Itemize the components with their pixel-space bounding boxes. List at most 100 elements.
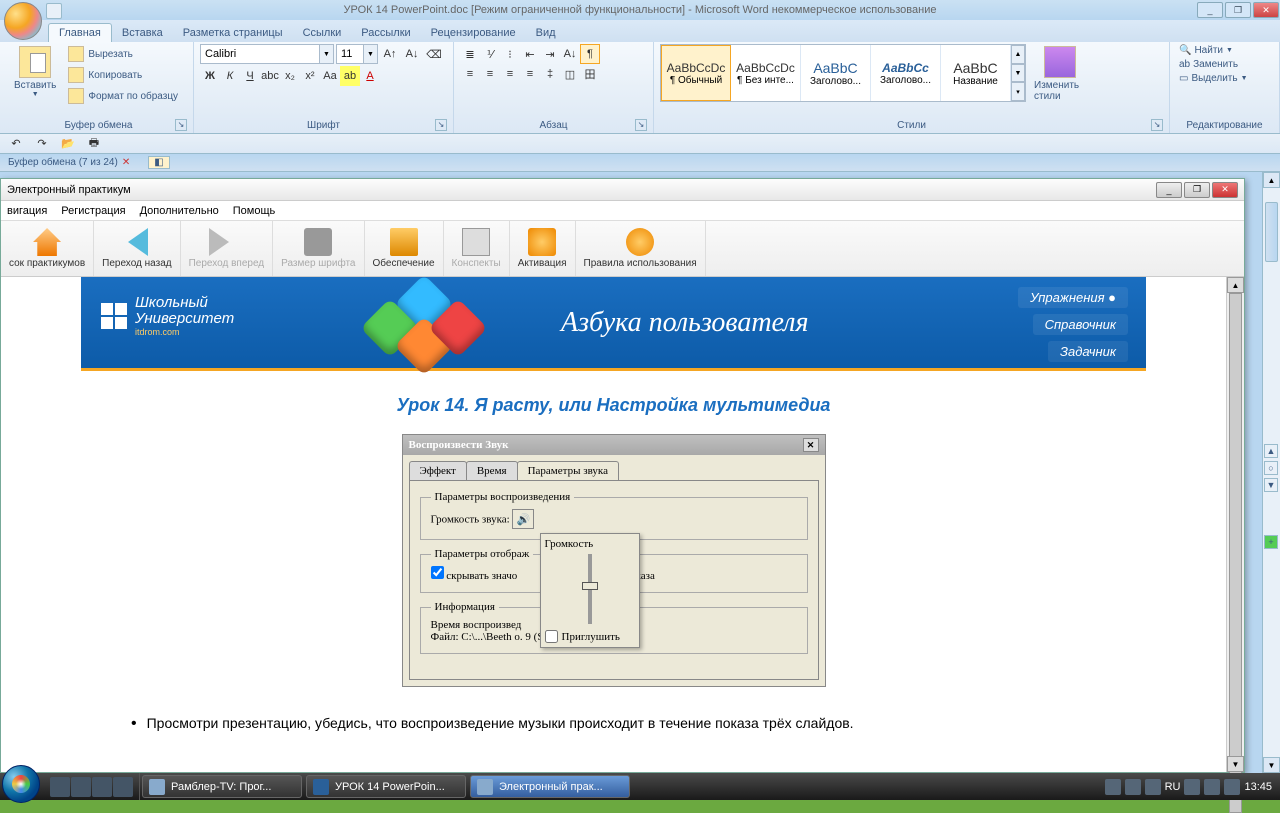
align-left-button[interactable]: ≡ bbox=[460, 64, 480, 84]
tab-mailings[interactable]: Рассылки bbox=[351, 24, 420, 42]
ql-ie-icon[interactable] bbox=[92, 777, 112, 797]
justify-button[interactable]: ≡ bbox=[520, 64, 540, 84]
taskbar-practicum[interactable]: Электронный прак... bbox=[470, 775, 630, 798]
nav-problems[interactable]: Задачник bbox=[1048, 341, 1128, 362]
prac-scroll-thumb[interactable] bbox=[1229, 293, 1242, 813]
tab-insert[interactable]: Вставка bbox=[112, 24, 173, 42]
borders-button[interactable]: 田 bbox=[580, 64, 600, 84]
align-right-button[interactable]: ≡ bbox=[500, 64, 520, 84]
replace-button[interactable]: abЗаменить bbox=[1176, 58, 1251, 71]
practicum-list-button[interactable]: сок практикумов bbox=[1, 221, 94, 276]
select-button[interactable]: ▭Выделить▼ bbox=[1176, 72, 1251, 85]
change-styles-button[interactable]: Изменить стили bbox=[1030, 44, 1090, 118]
align-center-button[interactable]: ≡ bbox=[480, 64, 500, 84]
lang-indicator[interactable]: RU bbox=[1165, 781, 1181, 793]
dialog-close-button[interactable]: ✕ bbox=[803, 438, 819, 452]
ql-desktop-icon[interactable] bbox=[50, 777, 70, 797]
tab-home[interactable]: Главная bbox=[48, 23, 112, 42]
tab-references[interactable]: Ссылки bbox=[293, 24, 352, 42]
menu-help[interactable]: Помощь bbox=[233, 205, 276, 217]
styles-dialog-launcher[interactable]: ↘ bbox=[1151, 119, 1163, 131]
tab-effect[interactable]: Эффект bbox=[409, 461, 467, 480]
ql-switch-icon[interactable] bbox=[71, 777, 91, 797]
print-button[interactable]: 🖶 bbox=[84, 134, 104, 154]
prac-maximize-button[interactable]: ❐ bbox=[1184, 182, 1210, 198]
styles-down[interactable]: ▼ bbox=[1011, 64, 1025, 83]
italic-button[interactable]: К bbox=[220, 66, 240, 86]
volume-button[interactable]: 🔊 bbox=[512, 509, 534, 529]
subscript-button[interactable]: x₂ bbox=[280, 66, 300, 86]
practicum-titlebar[interactable]: Электронный практикум _ ❐ ✕ bbox=[1, 179, 1244, 201]
taskbar-word[interactable]: УРОК 14 PowerPoin... bbox=[306, 775, 466, 798]
menu-nav[interactable]: вигация bbox=[7, 205, 47, 217]
para-dialog-launcher[interactable]: ↘ bbox=[635, 119, 647, 131]
scroll-thumb[interactable] bbox=[1265, 202, 1278, 262]
font-size-combo[interactable]: ▼ bbox=[336, 44, 378, 64]
menu-additional[interactable]: Дополнительно bbox=[140, 205, 219, 217]
indent-button[interactable]: ⇥ bbox=[540, 44, 560, 64]
open-button[interactable]: 📂 bbox=[58, 134, 78, 154]
volume-thumb[interactable] bbox=[582, 582, 598, 590]
superscript-button[interactable]: x² bbox=[300, 66, 320, 86]
sort-button[interactable]: A↓ bbox=[560, 44, 580, 64]
show-marks-button[interactable]: ¶ bbox=[580, 44, 600, 64]
minimize-button[interactable]: _ bbox=[1197, 2, 1223, 18]
shrink-font-button[interactable]: A↓ bbox=[402, 44, 422, 64]
cut-button[interactable]: Вырезать bbox=[64, 44, 182, 64]
volume-slider[interactable] bbox=[545, 554, 635, 624]
font-size-button[interactable]: Размер шрифта bbox=[273, 221, 364, 276]
volume-icon[interactable] bbox=[1224, 779, 1240, 795]
next-page-button[interactable]: ▼ bbox=[1264, 478, 1278, 492]
style-heading2[interactable]: AaBbCcЗаголово... bbox=[871, 45, 941, 101]
tab-layout[interactable]: Разметка страницы bbox=[173, 24, 293, 42]
strike-button[interactable]: abc bbox=[260, 66, 280, 86]
start-button[interactable] bbox=[2, 765, 40, 803]
undo-button[interactable]: ↶ bbox=[6, 134, 26, 154]
copy-button[interactable]: Копировать bbox=[64, 65, 182, 85]
tab-view[interactable]: Вид bbox=[526, 24, 566, 42]
scroll-down-button[interactable]: ▼ bbox=[1263, 757, 1280, 773]
font-color-button[interactable]: A bbox=[360, 66, 380, 86]
shading-button[interactable]: ◫ bbox=[560, 64, 580, 84]
styles-gallery[interactable]: AaBbCcDc¶ Обычный AaBbCcDc¶ Без инте... … bbox=[660, 44, 1026, 102]
numbering-button[interactable]: ⅟ bbox=[480, 44, 500, 64]
maximize-button[interactable]: ❐ bbox=[1225, 2, 1251, 18]
ql-app-icon[interactable] bbox=[113, 777, 133, 797]
style-no-spacing[interactable]: AaBbCcDc¶ Без инте... bbox=[731, 45, 801, 101]
tray-icon[interactable] bbox=[1125, 779, 1141, 795]
forward-button[interactable]: Переход вперед bbox=[181, 221, 274, 276]
style-heading1[interactable]: AaBbCЗаголово... bbox=[801, 45, 871, 101]
prev-page-button[interactable]: ▲ bbox=[1264, 444, 1278, 458]
menu-register[interactable]: Регистрация bbox=[61, 205, 125, 217]
bold-button[interactable]: Ж bbox=[200, 66, 220, 86]
style-normal[interactable]: AaBbCcDc¶ Обычный bbox=[661, 45, 731, 101]
practicum-scrollbar[interactable]: ▲ ▼ bbox=[1226, 277, 1244, 772]
activation-button[interactable]: Активация bbox=[510, 221, 576, 276]
multilevel-button[interactable]: ⁝ bbox=[500, 44, 520, 64]
paste-button[interactable]: Вставить ▼ bbox=[10, 44, 60, 100]
tray-icon[interactable] bbox=[1145, 779, 1161, 795]
taskbar-rambler[interactable]: Рамблер-TV: Прог... bbox=[142, 775, 302, 798]
prac-close-button[interactable]: ✕ bbox=[1212, 182, 1238, 198]
styles-up[interactable]: ▲ bbox=[1011, 45, 1025, 64]
styles-more[interactable]: ▾ bbox=[1011, 82, 1025, 101]
zoom-plus-icon[interactable]: + bbox=[1264, 535, 1278, 549]
line-spacing-button[interactable]: ‡ bbox=[540, 64, 560, 84]
tray-icon[interactable] bbox=[1184, 779, 1200, 795]
prac-scroll-up[interactable]: ▲ bbox=[1227, 277, 1244, 293]
nav-exercises[interactable]: Упражнения ● bbox=[1018, 287, 1128, 308]
qat-save-icon[interactable] bbox=[46, 3, 62, 19]
clock[interactable]: 13:45 bbox=[1244, 781, 1272, 793]
hide-icon-checkbox[interactable]: скрывать значо bbox=[431, 570, 518, 582]
network-icon[interactable] bbox=[1204, 779, 1220, 795]
nav-reference[interactable]: Справочник bbox=[1033, 314, 1128, 335]
redo-button[interactable]: ↷ bbox=[32, 134, 52, 154]
tab-timing[interactable]: Время bbox=[466, 461, 518, 480]
mute-checkbox[interactable]: Приглушить bbox=[545, 630, 635, 643]
prac-minimize-button[interactable]: _ bbox=[1156, 182, 1182, 198]
resources-button[interactable]: Обеспечение bbox=[365, 221, 444, 276]
grow-font-button[interactable]: A↑ bbox=[380, 44, 400, 64]
format-painter-button[interactable]: Формат по образцу bbox=[64, 86, 182, 106]
style-title[interactable]: AaBbCНазвание bbox=[941, 45, 1011, 101]
browse-object-button[interactable]: ○ bbox=[1264, 461, 1278, 475]
